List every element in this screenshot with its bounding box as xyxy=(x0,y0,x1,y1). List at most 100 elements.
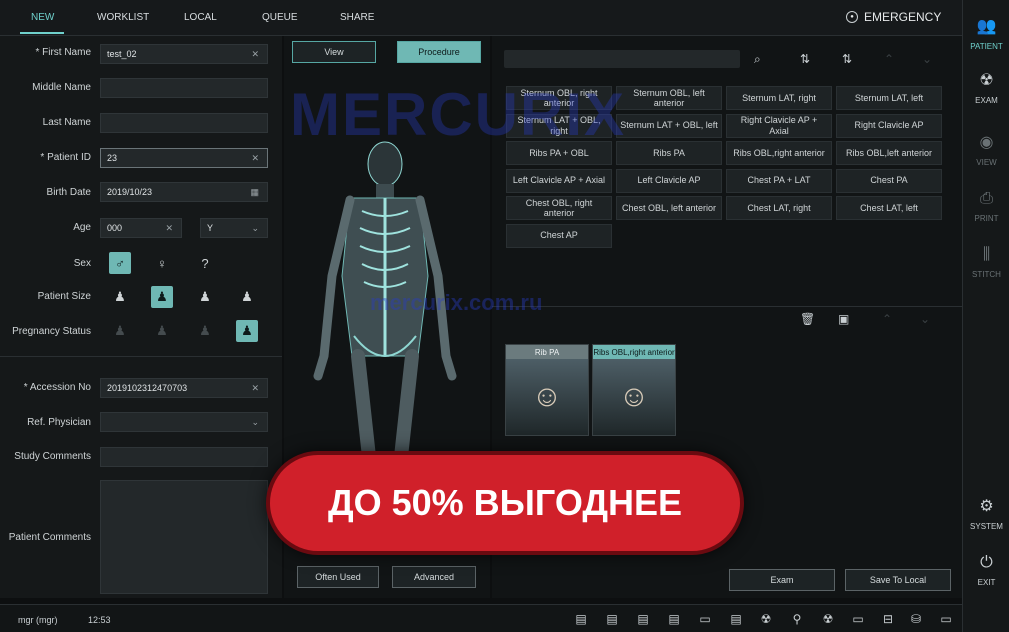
detector-icon: ▤ xyxy=(730,612,742,626)
sidebar-item-print[interactable]: ⎙ PRINT xyxy=(963,190,1009,223)
emergency-icon: ● xyxy=(846,11,858,23)
birth-date-label: Birth Date xyxy=(46,187,91,198)
status-bar: mgr (mgr) 12:53 ▤ ▤ ▤ ▤ ▭ ▤ ☢ ⚲ ☢ ▭ ⊟ ⛁ … xyxy=(0,604,962,632)
procedure-item[interactable]: Right Clavicle AP + Axial xyxy=(726,113,832,138)
procedure-item[interactable]: Sternum LAT + OBL, right xyxy=(506,113,612,138)
last-name-input[interactable] xyxy=(100,113,268,133)
procedure-item[interactable]: Chest OBL, left anterior xyxy=(616,196,722,220)
accession-value: 2019102312470703 xyxy=(107,383,188,393)
middle-name-input[interactable] xyxy=(100,78,268,98)
male-icon[interactable]: ♂ xyxy=(109,252,131,274)
clear-icon[interactable]: ✕ xyxy=(251,49,259,60)
sort-down-icon[interactable]: ⇅ xyxy=(842,52,852,66)
size-large-icon[interactable]: ♟ xyxy=(109,286,131,308)
sidebar-item-system[interactable]: ⚙ SYSTEM xyxy=(963,496,1009,531)
accession-input[interactable]: 2019102312470703 ✕ xyxy=(100,378,268,398)
procedure-item[interactable]: Ribs OBL,left anterior xyxy=(836,141,942,165)
procedure-item[interactable]: Sternum LAT, right xyxy=(726,86,832,110)
eye-icon: ◉ xyxy=(979,134,994,151)
printer-icon: ⎙ xyxy=(980,190,993,207)
procedure-item[interactable]: Right Clavicle AP xyxy=(836,113,942,138)
search-icon[interactable]: ⌕ xyxy=(754,52,761,67)
clear-icon[interactable]: ✕ xyxy=(251,383,259,394)
sidebar-item-exit[interactable]: ⏻ EXIT xyxy=(963,554,1009,587)
view-button[interactable]: View xyxy=(292,41,376,63)
size-infant-icon[interactable]: ♟ xyxy=(236,286,258,308)
birth-date-input[interactable]: 2019/10/23 ▦ xyxy=(100,182,268,202)
trash-icon[interactable]: 🗑 xyxy=(800,312,815,326)
sidebar-label: STITCH xyxy=(972,270,1001,279)
tab-new[interactable]: NEW xyxy=(31,12,54,23)
save-to-local-button[interactable]: Save To Local xyxy=(845,569,951,591)
chevron-up-icon[interactable]: ⌃ xyxy=(882,312,892,326)
patient-id-input[interactable]: 23 ✕ xyxy=(100,148,268,168)
emergency-label: EMERGENCY xyxy=(864,10,942,24)
procedure-item[interactable]: Chest PA + LAT xyxy=(726,168,832,193)
remove-image-icon[interactable]: ▣ xyxy=(838,312,849,326)
age-unit-select[interactable]: Y ⌄ xyxy=(200,218,268,238)
procedure-item[interactable]: Chest PA xyxy=(836,168,942,193)
size-child-icon[interactable]: ♟ xyxy=(194,286,216,308)
emergency-button[interactable]: ● EMERGENCY xyxy=(846,10,941,24)
chevron-down-icon[interactable]: ⌄ xyxy=(922,52,932,66)
patient-figure-icon: ☺ xyxy=(506,359,588,435)
procedure-item[interactable]: Sternum LAT, left xyxy=(836,86,942,110)
exam-button[interactable]: Exam xyxy=(729,569,835,591)
procedure-search-input[interactable] xyxy=(504,50,740,68)
study-comments-label: Study Comments xyxy=(14,451,91,462)
selected-procedure-thumb[interactable]: Ribs OBL,right anterior ☺ xyxy=(592,344,676,436)
calendar-icon[interactable]: ▦ xyxy=(250,187,259,198)
clear-icon[interactable]: ✕ xyxy=(165,223,173,234)
study-comments-input[interactable] xyxy=(100,447,268,467)
storage-icon: ⛁ xyxy=(910,612,922,626)
clock-label: 12:53 xyxy=(88,615,111,625)
sidebar-item-patient[interactable]: 👥 PATIENT xyxy=(963,16,1009,51)
procedure-item[interactable]: Left Clavicle AP + Axial xyxy=(506,168,612,193)
age-input[interactable]: 000 ✕ xyxy=(100,218,182,238)
detector-icon: ▤ xyxy=(606,612,618,626)
first-name-input[interactable]: test_02 ✕ xyxy=(100,44,268,64)
pregnant-icon[interactable]: ♟ xyxy=(151,320,173,342)
size-adult-icon[interactable]: ♟ xyxy=(151,286,173,308)
not-pregnant-icon[interactable]: ♟ xyxy=(236,320,258,342)
procedure-item[interactable]: Sternum OBL, right anterior xyxy=(506,86,612,110)
selected-procedure-thumb[interactable]: Rib PA ☺ xyxy=(505,344,589,436)
procedure-item[interactable]: Ribs OBL,right anterior xyxy=(726,141,832,165)
tab-local[interactable]: LOCAL xyxy=(184,12,217,23)
chevron-down-icon: ⌄ xyxy=(251,417,259,427)
possibly-pregnant-icon[interactable]: ♟ xyxy=(194,320,216,342)
sidebar-label: PATIENT xyxy=(970,42,1003,51)
network-icon: ⊟ xyxy=(882,612,894,626)
female-icon[interactable]: ♀ xyxy=(151,252,173,274)
clear-icon[interactable]: ✕ xyxy=(251,153,259,164)
chevron-up-icon[interactable]: ⌃ xyxy=(884,52,894,66)
sort-up-icon[interactable]: ⇅ xyxy=(800,52,810,66)
procedure-item[interactable]: Chest LAT, right xyxy=(726,196,832,220)
patient-comments-textarea[interactable] xyxy=(100,480,268,594)
sidebar-item-stitch[interactable]: ⫼ STITCH xyxy=(963,246,1009,279)
procedure-item[interactable]: Left Clavicle AP xyxy=(616,168,722,193)
advanced-button[interactable]: Advanced xyxy=(392,566,476,588)
first-name-label: * First Name xyxy=(35,47,91,58)
middle-name-label: Middle Name xyxy=(32,82,91,93)
procedure-item[interactable]: Sternum OBL, left anterior xyxy=(616,86,722,110)
physician-select[interactable]: ⌄ xyxy=(100,412,268,432)
procedure-item[interactable]: Sternum LAT + OBL, left xyxy=(616,113,722,138)
procedure-item[interactable]: Chest LAT, left xyxy=(836,196,942,220)
tab-share[interactable]: SHARE xyxy=(340,12,374,23)
procedure-item[interactable]: Ribs PA + OBL xyxy=(506,141,612,165)
tab-worklist[interactable]: WORKLIST xyxy=(97,12,149,23)
sidebar-item-view[interactable]: ◉ VIEW xyxy=(963,132,1009,167)
chevron-down-icon[interactable]: ⌄ xyxy=(920,312,930,326)
often-used-button[interactable]: Often Used xyxy=(297,566,379,588)
procedure-item[interactable]: Chest OBL, right anterior xyxy=(506,196,612,220)
unknown-sex-icon[interactable]: ? xyxy=(194,252,216,274)
procedure-item[interactable]: Ribs PA xyxy=(616,141,722,165)
last-name-label: Last Name xyxy=(42,117,91,128)
radiation-icon: ☢ xyxy=(760,612,772,626)
procedure-item[interactable]: Chest AP xyxy=(506,223,612,248)
sidebar-item-exam[interactable]: ☢ EXAM xyxy=(963,70,1009,105)
pregnancy-unknown-icon[interactable]: ♟ xyxy=(109,320,131,342)
tab-queue[interactable]: QUEUE xyxy=(262,12,298,23)
procedure-button[interactable]: Procedure xyxy=(397,41,481,63)
